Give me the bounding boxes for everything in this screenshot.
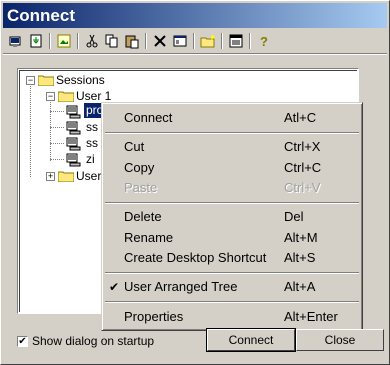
menu-separator xyxy=(105,301,359,303)
context-menu: Connect Atl+C Cut Ctrl+X Copy Ctrl+C Pas… xyxy=(101,102,363,331)
menu-item-create-shortcut[interactable]: Create Desktop Shortcut Alt+S xyxy=(105,248,359,268)
menu-item-user-arranged-tree[interactable]: ✔ User Arranged Tree Alt+A xyxy=(105,277,359,297)
menu-item-label: Cut xyxy=(124,139,145,154)
session-icon xyxy=(66,105,81,119)
cut-icon[interactable] xyxy=(83,32,101,50)
menu-item-label: Rename xyxy=(124,230,174,245)
menu-item-shortcut: Ctrl+V xyxy=(284,180,321,195)
menu-item-copy[interactable]: Copy Ctrl+C xyxy=(105,158,359,178)
menu-item-label: Properties xyxy=(124,309,184,324)
import-icon[interactable] xyxy=(27,32,45,50)
tree-node-sessions[interactable]: Sessions xyxy=(56,72,105,88)
connect-button[interactable]: Connect xyxy=(206,328,296,352)
tree-node-user2[interactable]: User xyxy=(76,168,101,184)
new-folder-icon[interactable] xyxy=(199,32,217,50)
delete-icon[interactable] xyxy=(151,32,169,50)
svg-text:?: ? xyxy=(260,34,268,49)
session-icon xyxy=(66,153,81,167)
help-icon[interactable]: ? xyxy=(255,32,273,50)
show-dialog-label[interactable]: Show dialog on startup xyxy=(32,334,154,348)
menu-item-label: Create Desktop Shortcut xyxy=(124,250,267,265)
folder-icon xyxy=(58,171,74,182)
toolbar-separator xyxy=(49,33,51,49)
menu-item-cut[interactable]: Cut Ctrl+X xyxy=(105,137,359,157)
tree-line xyxy=(50,159,64,161)
connect-dialog: Connect ? − Sessions − User 1 ss ss zi +… xyxy=(0,0,390,365)
menu-item-shortcut: Ctrl+C xyxy=(284,160,322,175)
window-title: Connect xyxy=(7,6,75,25)
toolbar-separator xyxy=(77,33,79,49)
collapse-toggle[interactable]: − xyxy=(46,92,55,101)
title-bar[interactable]: Connect xyxy=(3,3,387,28)
menu-item-label: Paste xyxy=(124,180,158,195)
menu-item-label: Delete xyxy=(124,209,162,224)
properties-icon[interactable] xyxy=(171,32,189,50)
menu-separator xyxy=(105,132,359,134)
tree-line xyxy=(50,127,64,129)
toolbar-separator xyxy=(193,33,195,49)
menu-item-shortcut: Atl+C xyxy=(284,110,317,125)
new-session-icon[interactable] xyxy=(7,32,25,50)
session-icon xyxy=(66,137,81,151)
tree-line xyxy=(50,143,64,145)
menu-item-label: User Arranged Tree xyxy=(124,279,238,294)
menu-item-delete[interactable]: Delete Del xyxy=(105,207,359,227)
tree-node-session[interactable]: ss xyxy=(86,119,98,135)
menu-item-label: Copy xyxy=(124,160,155,175)
menu-item-shortcut: Ctrl+X xyxy=(284,139,321,154)
menu-item-rename[interactable]: Rename Alt+M xyxy=(105,228,359,248)
session-icon xyxy=(66,121,81,135)
menu-item-paste: Paste Ctrl+V xyxy=(105,178,359,198)
expand-toggle[interactable]: + xyxy=(46,172,55,181)
close-button[interactable]: Close xyxy=(296,329,384,351)
window-icon[interactable] xyxy=(227,32,245,50)
toolbar-separator xyxy=(221,33,223,49)
menu-item-shortcut: Del xyxy=(284,209,304,224)
menu-item-shortcut: Alt+A xyxy=(284,279,316,294)
menu-separator xyxy=(105,272,359,274)
tree-line xyxy=(50,97,52,161)
toolbar-divider xyxy=(3,53,387,55)
menu-item-properties[interactable]: Properties Alt+Enter xyxy=(105,307,359,327)
folder-icon xyxy=(38,75,54,86)
toolbar-separator xyxy=(145,33,147,49)
tree-line xyxy=(50,111,64,113)
show-dialog-checkbox[interactable]: ✔ xyxy=(17,336,28,347)
image-icon[interactable] xyxy=(55,32,73,50)
menu-item-connect[interactable]: Connect Atl+C xyxy=(105,108,359,128)
paste-icon[interactable] xyxy=(123,32,141,50)
tree-line xyxy=(30,81,32,177)
menu-item-shortcut: Alt+M xyxy=(284,230,318,245)
collapse-toggle[interactable]: − xyxy=(26,76,35,85)
menu-item-shortcut: Alt+S xyxy=(284,250,316,265)
menu-item-label: Connect xyxy=(124,110,173,125)
tree-node-session[interactable]: zi xyxy=(86,151,95,167)
menu-item-shortcut: Alt+Enter xyxy=(284,309,338,324)
toolbar: ? xyxy=(3,30,387,52)
copy-icon[interactable] xyxy=(103,32,121,50)
tree-node-session[interactable]: ss xyxy=(86,135,98,151)
checkmark-icon: ✔ xyxy=(109,280,120,294)
folder-icon xyxy=(58,91,74,102)
menu-separator xyxy=(105,202,359,204)
toolbar-separator xyxy=(249,33,251,49)
